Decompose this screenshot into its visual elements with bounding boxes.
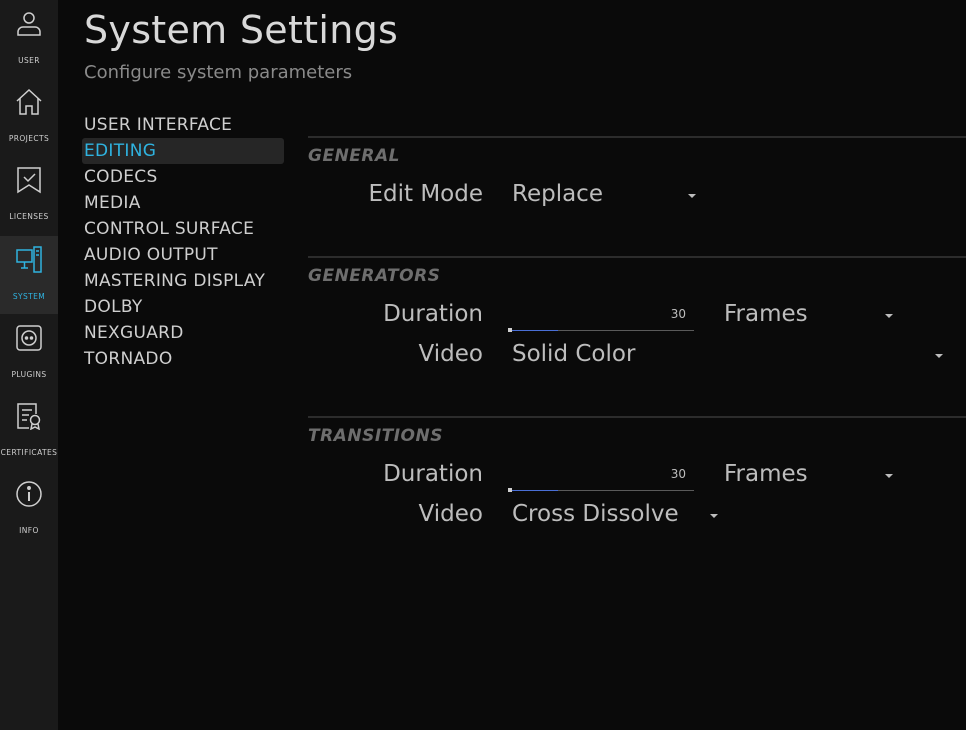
category-dolby[interactable]: DOLBY <box>82 294 284 320</box>
transitions-duration-unit-value: Frames <box>724 461 808 487</box>
section-title-transitions: TRANSITIONS <box>308 426 443 446</box>
section-generators: GENERATORS Duration 30 Frames Video Soli… <box>308 256 966 416</box>
page-title: System Settings <box>84 8 399 52</box>
edit-mode-value: Replace <box>512 181 603 207</box>
rail-item-info[interactable]: INFO <box>0 470 58 548</box>
transitions-duration-value: 30 <box>670 467 686 481</box>
transitions-video-value: Cross Dissolve <box>512 501 679 527</box>
generators-duration-slider[interactable]: 30 <box>508 307 694 332</box>
slider-fill <box>508 490 559 491</box>
category-audio-output[interactable]: AUDIO OUTPUT <box>82 242 284 268</box>
generators-duration-unit-value: Frames <box>724 301 808 327</box>
category-user-interface[interactable]: USER INTERFACE <box>82 112 284 138</box>
license-icon <box>17 167 41 194</box>
category-mastering-display[interactable]: MASTERING DISPLAY <box>82 268 284 294</box>
transitions-video-dropdown[interactable]: Cross Dissolve <box>512 501 722 531</box>
home-icon <box>16 88 42 115</box>
transitions-duration-slider[interactable]: 30 <box>508 467 694 492</box>
monitor-icon <box>16 246 42 273</box>
transitions-video-label: Video <box>418 501 483 527</box>
rail-label-projects: PROJECTS <box>8 134 50 143</box>
category-media[interactable]: MEDIA <box>82 190 284 216</box>
rail-label-info: INFO <box>19 526 39 535</box>
rail-label-system: SYSTEM <box>12 292 46 301</box>
rail-item-certificates[interactable]: CERTIFICATES <box>0 392 58 470</box>
section-transitions: TRANSITIONS Duration 30 Frames Video Cro… <box>308 416 966 576</box>
generators-duration-unit-dropdown[interactable]: Frames <box>724 301 900 331</box>
category-tornado[interactable]: TORNADO <box>82 346 284 372</box>
settings-category-list: USER INTERFACE EDITING CODECS MEDIA CONT… <box>82 112 284 372</box>
rail-label-user: USER <box>18 56 40 65</box>
generators-video-dropdown[interactable]: Solid Color <box>512 341 952 371</box>
transitions-duration-label: Duration <box>383 461 483 487</box>
chevron-down-icon <box>688 194 696 198</box>
generators-video-value: Solid Color <box>512 341 636 367</box>
chevron-down-icon <box>885 314 893 318</box>
plugin-icon <box>16 325 42 351</box>
chevron-down-icon <box>710 514 718 518</box>
section-general: GENERAL Edit Mode Replace <box>308 136 966 256</box>
rail-label-licenses: LICENSES <box>9 212 49 221</box>
certificate-icon <box>17 403 41 430</box>
page-subtitle: Configure system parameters <box>84 62 353 83</box>
section-title-generators: GENERATORS <box>308 266 441 286</box>
category-codecs[interactable]: CODECS <box>82 164 284 190</box>
left-nav-rail: USER PROJECTS LICENSES SYSTEM PLUGINS CE… <box>0 0 58 730</box>
slider-handle[interactable] <box>508 328 512 332</box>
info-icon <box>16 481 42 507</box>
rail-label-plugins: PLUGINS <box>11 370 47 379</box>
category-editing[interactable]: EDITING <box>82 138 284 164</box>
rail-label-certificates: CERTIFICATES <box>0 448 58 457</box>
rail-item-licenses[interactable]: LICENSES <box>0 156 58 234</box>
chevron-down-icon <box>935 354 943 358</box>
category-nexguard[interactable]: NEXGUARD <box>82 320 284 346</box>
rail-item-projects[interactable]: PROJECTS <box>0 78 58 156</box>
rail-item-system[interactable]: SYSTEM <box>0 236 58 314</box>
edit-mode-dropdown[interactable]: Replace <box>512 181 698 211</box>
edit-mode-label: Edit Mode <box>368 181 483 207</box>
slider-handle[interactable] <box>508 488 512 492</box>
transitions-duration-unit-dropdown[interactable]: Frames <box>724 461 900 491</box>
section-title-general: GENERAL <box>308 146 400 166</box>
rail-item-user[interactable]: USER <box>0 0 58 78</box>
generators-video-label: Video <box>418 341 483 367</box>
user-icon <box>17 12 41 36</box>
generators-duration-label: Duration <box>383 301 483 327</box>
rail-item-plugins[interactable]: PLUGINS <box>0 314 58 392</box>
slider-fill <box>508 330 559 331</box>
chevron-down-icon <box>885 474 893 478</box>
category-control-surface[interactable]: CONTROL SURFACE <box>82 216 284 242</box>
generators-duration-value: 30 <box>670 307 686 321</box>
